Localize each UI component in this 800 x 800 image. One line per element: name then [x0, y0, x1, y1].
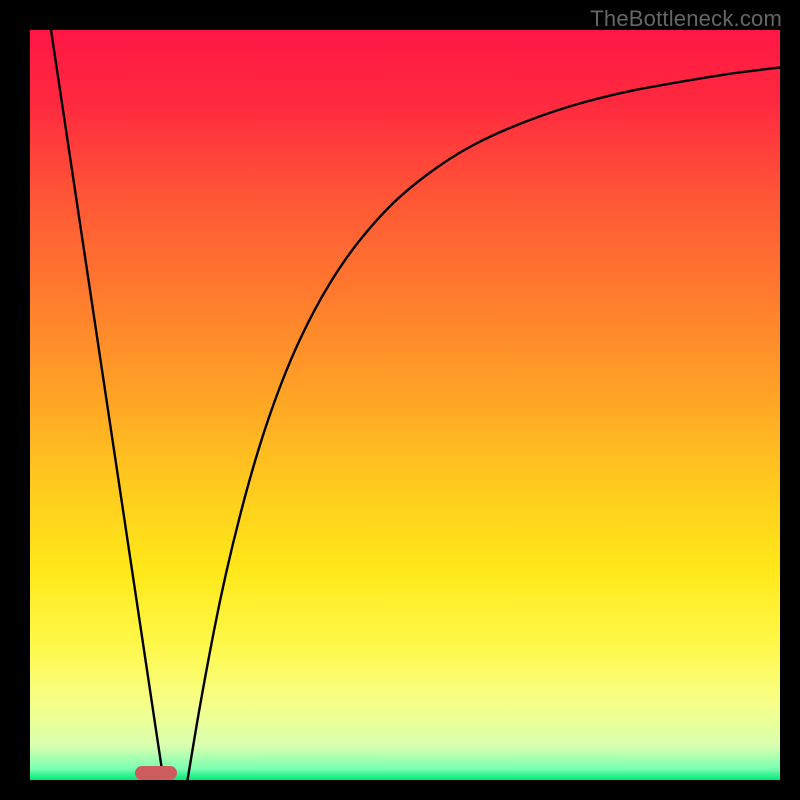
chart-curves — [30, 30, 780, 780]
minimum-marker — [135, 766, 176, 780]
chart-frame: TheBottleneck.com — [0, 0, 800, 800]
right-curve-line — [188, 68, 781, 781]
plot-area — [30, 30, 780, 780]
left-slope-line — [51, 30, 164, 780]
watermark-text: TheBottleneck.com — [590, 6, 782, 32]
